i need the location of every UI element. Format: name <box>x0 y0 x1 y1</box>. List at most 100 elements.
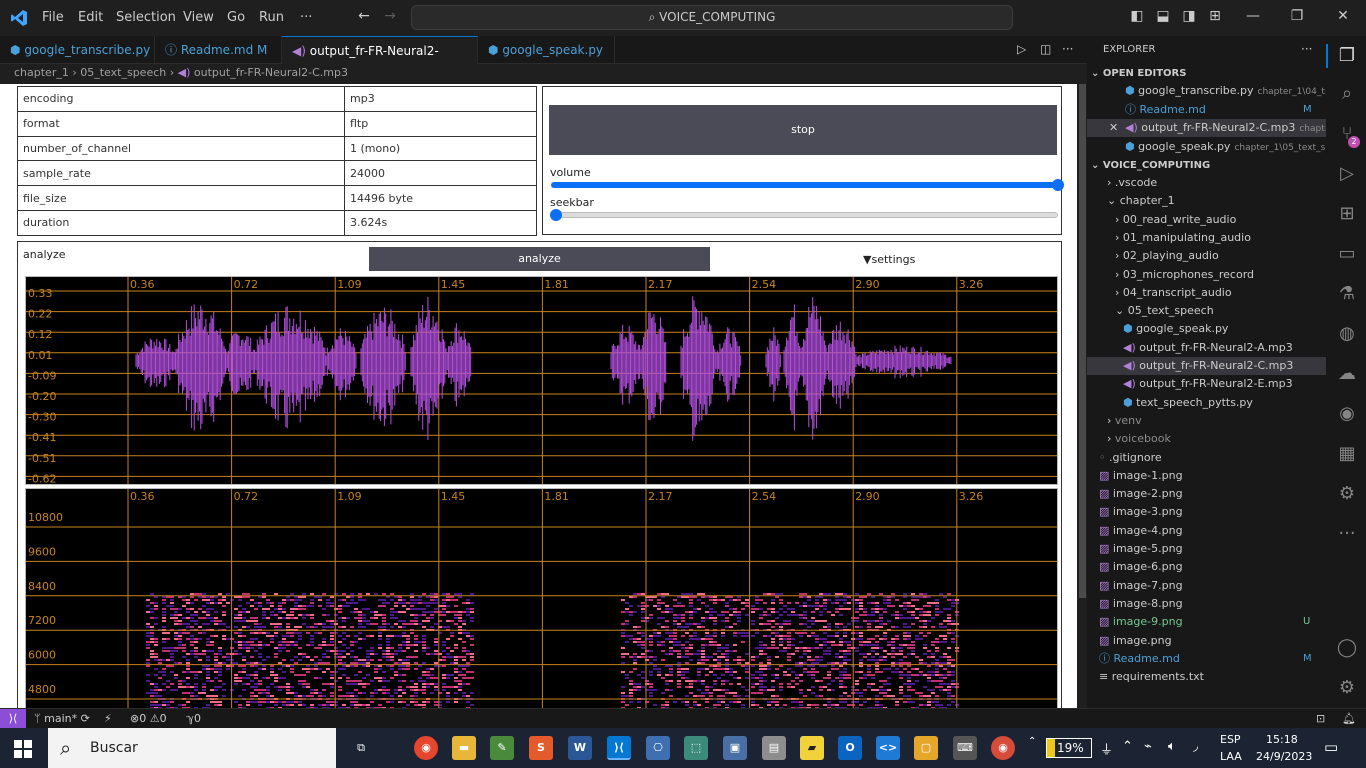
split-editor-icon[interactable]: ◫ <box>1040 42 1051 56</box>
ports-forward-icon[interactable]: ⚡ <box>104 712 112 725</box>
file-item[interactable]: ▨ image-8.png <box>1087 595 1326 613</box>
breadcrumb-item[interactable]: 05_text_speech <box>80 66 166 79</box>
folder-item[interactable]: › 02_playing_audio <box>1087 247 1326 265</box>
taskbar-search[interactable]: ⌕ Buscar <box>48 728 336 768</box>
app-icon[interactable]: ▢ <box>914 736 938 760</box>
open-editor-item[interactable]: ⬢ google_speak.py chapter_1\05_text_s... <box>1087 138 1326 156</box>
folder-item[interactable]: › 03_microphones_record <box>1087 266 1326 284</box>
explorer-icon[interactable]: ❐ <box>1336 45 1358 67</box>
extensions-icon[interactable]: ⊞ <box>1336 203 1358 225</box>
tab-google-transcribe[interactable]: ⬢ google_transcribe.py <box>0 36 155 64</box>
seekbar-slider-thumb[interactable] <box>550 209 562 221</box>
network-app-icon[interactable]: ⎔ <box>646 736 670 760</box>
run-icon[interactable]: ▷ <box>1017 42 1026 56</box>
command-center-search[interactable]: ⌕ VOICE_COMPUTING <box>411 5 1013 30</box>
outlook-icon[interactable]: O <box>838 736 862 760</box>
remote-explorer-icon[interactable]: ▭ <box>1336 243 1358 265</box>
folder-item[interactable]: › venv <box>1087 412 1326 430</box>
folder-item[interactable]: › .vscode <box>1087 174 1326 192</box>
remote-indicator-icon[interactable]: ⟩⟨ <box>0 709 26 728</box>
sticky-notes-icon[interactable]: ▰ <box>800 736 824 760</box>
file-item[interactable]: ⬢ text_speech_pytts.py <box>1087 394 1326 412</box>
app-icon[interactable]: ⌨ <box>953 736 977 760</box>
wifi-icon[interactable]: ◞ <box>1193 739 1198 754</box>
docker-icon[interactable]: ▦ <box>1336 443 1358 465</box>
git-branch[interactable]: ᛘ main* ⟳ <box>34 712 90 725</box>
editor-scrollbar[interactable] <box>1078 84 1087 708</box>
windows-start-icon[interactable] <box>14 740 32 758</box>
open-editor-item[interactable]: ✕ ◀) output_fr-FR-Neural2-C.mp3chapt... <box>1087 119 1326 137</box>
notifications-icon[interactable]: 🔔︎ <box>1342 712 1356 725</box>
file-item[interactable]: ▨ image-2.png <box>1087 485 1326 503</box>
menu-edit[interactable]: Edit <box>78 10 103 25</box>
language-indicator[interactable]: ESP <box>1220 733 1241 746</box>
close-icon[interactable]: ✕ <box>1109 119 1118 137</box>
file-item[interactable]: ◀) output_fr-FR-Neural2-A.mp3 <box>1087 339 1326 357</box>
open-editors-header[interactable]: ⌄ OPEN EDITORS <box>1091 68 1186 79</box>
remote-app-icon[interactable]: <> <box>876 736 900 760</box>
file-item[interactable]: ▨ image-1.png <box>1087 467 1326 485</box>
vscode-taskbar-icon[interactable]: ⟩⟨ <box>607 736 631 760</box>
file-item[interactable]: ▨ image-3.png <box>1087 503 1326 521</box>
notepad-icon[interactable]: ✎ <box>490 736 514 760</box>
chevron-up-icon[interactable]: ⌃ <box>1122 739 1133 754</box>
app-icon[interactable]: ▣ <box>723 736 747 760</box>
chrome-profile-icon[interactable]: ◉ <box>991 736 1015 760</box>
forward-arrow-icon[interactable]: → <box>380 8 400 28</box>
seekbar-slider[interactable] <box>550 209 1058 221</box>
notification-center-icon[interactable]: ▭ <box>1324 738 1338 756</box>
menu-selection[interactable]: Selection <box>116 10 176 25</box>
scrollbar-thumb[interactable] <box>1079 84 1086 598</box>
file-item[interactable]: ▨ image-9.png U <box>1087 613 1326 631</box>
layout-icon[interactable]: ⊡ <box>1316 712 1325 725</box>
manage-gear-icon[interactable]: ⚙ <box>1336 677 1358 699</box>
more-views-icon[interactable]: ··· <box>1336 523 1358 545</box>
battery-indicator[interactable]: 19% <box>1046 738 1092 758</box>
volume-icon[interactable]: 🔈︎ <box>1168 739 1176 754</box>
file-item[interactable]: ≡ requirements.txt <box>1087 668 1326 686</box>
menu-run[interactable]: Run <box>259 10 284 25</box>
run-debug-icon[interactable]: ▷ <box>1336 163 1358 185</box>
github-icon[interactable]: ◉ <box>1336 403 1358 425</box>
minimize-icon[interactable]: — <box>1243 8 1263 28</box>
file-explorer-icon[interactable]: ▬ <box>452 736 476 760</box>
volume-slider[interactable] <box>551 179 1064 191</box>
breadcrumb-item[interactable]: output_fr-FR-Neural2-C.mp3 <box>194 66 348 79</box>
power-icon[interactable]: ⌁ <box>1144 739 1152 754</box>
search-icon[interactable]: ⌕ <box>1336 83 1358 105</box>
problems-indicator[interactable]: ⊗0 ⚠0 <box>130 712 167 725</box>
open-editor-item[interactable]: ⓘ Readme.md M <box>1087 101 1326 119</box>
tab-readme[interactable]: ⓘ Readme.md M <box>155 36 282 64</box>
clock-time[interactable]: 15:18 <box>1266 733 1298 746</box>
file-item[interactable]: ⬢ google_speak.py <box>1087 320 1326 338</box>
python-icon[interactable]: ◍ <box>1336 323 1358 345</box>
breadcrumb-item[interactable]: chapter_1 <box>14 66 69 79</box>
app-icon[interactable]: ⬚ <box>684 736 708 760</box>
menu-view[interactable]: View <box>183 10 214 25</box>
open-editor-item[interactable]: ⬢ google_transcribe.py chapter_1\04_t... <box>1087 82 1326 100</box>
word-icon[interactable]: W <box>568 736 592 760</box>
folder-item[interactable]: › 01_manipulating_audio <box>1087 229 1326 247</box>
settings-sync-icon[interactable]: ⚙ <box>1336 483 1358 505</box>
file-item[interactable]: ◦ .gitignore <box>1087 449 1326 467</box>
stop-button[interactable]: stop <box>549 105 1057 155</box>
folder-item[interactable]: › 00_read_write_audio <box>1087 211 1326 229</box>
testing-icon[interactable]: ⚗ <box>1336 283 1358 305</box>
menu-file[interactable]: File <box>42 10 64 25</box>
analyze-button[interactable]: analyze <box>369 247 710 271</box>
close-window-icon[interactable]: ✕ <box>1333 8 1353 28</box>
volume-slider-thumb[interactable] <box>1052 179 1064 191</box>
app-icon[interactable]: ▤ <box>762 736 786 760</box>
toggle-secondary-sidebar-icon[interactable]: ◨ <box>1179 8 1199 28</box>
clock-date[interactable]: 24/9/2023 <box>1256 750 1312 763</box>
file-item[interactable]: ⓘ Readme.md M <box>1087 650 1326 668</box>
file-item[interactable]: ▨ image-4.png <box>1087 522 1326 540</box>
folder-item[interactable]: › voicebook <box>1087 430 1326 448</box>
vscode-logo-icon[interactable] <box>10 9 28 27</box>
file-item[interactable]: ▨ image-6.png <box>1087 558 1326 576</box>
more-actions-icon[interactable]: ··· <box>1301 42 1312 56</box>
file-item[interactable]: ▨ image-5.png <box>1087 540 1326 558</box>
settings-toggle[interactable]: ▼settings <box>863 253 915 266</box>
task-view-icon[interactable]: ⧉ <box>349 736 373 760</box>
plug-icon[interactable]: ⏚ <box>1100 739 1113 758</box>
